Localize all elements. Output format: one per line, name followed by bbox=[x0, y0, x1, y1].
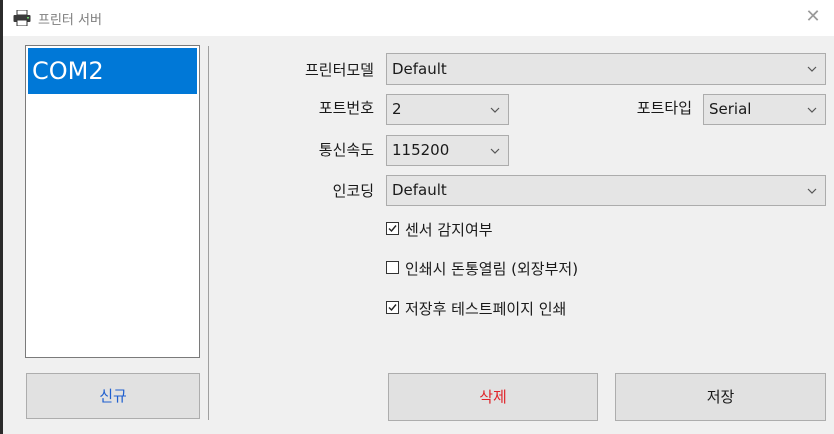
drawer-checkbox[interactable]: 인쇄시 돈통열림 (외장부저) bbox=[386, 259, 578, 279]
printer-model-value: Default bbox=[392, 60, 447, 78]
title-bar: 프린터 서버 ✕ bbox=[3, 0, 834, 36]
close-icon[interactable]: ✕ bbox=[802, 6, 824, 28]
port-type-select[interactable]: Serial bbox=[703, 94, 826, 125]
checkbox-box[interactable] bbox=[386, 301, 399, 314]
encoding-label: 인코딩 bbox=[332, 182, 374, 200]
chevron-down-icon bbox=[490, 95, 500, 124]
encoding-value: Default bbox=[392, 181, 447, 199]
divider bbox=[208, 46, 209, 420]
save-button[interactable]: 저장 bbox=[615, 373, 826, 421]
window-title: 프린터 서버 bbox=[38, 13, 102, 28]
window-edge bbox=[0, 0, 3, 434]
baud-rate-select[interactable]: 115200 bbox=[386, 135, 509, 166]
drawer-label: 인쇄시 돈통열림 (외장부저) bbox=[405, 260, 579, 278]
sensor-label: 센서 감지여부 bbox=[405, 221, 493, 239]
baud-rate-value: 115200 bbox=[392, 141, 450, 159]
port-type-label: 포트타입 bbox=[636, 99, 692, 117]
new-button[interactable]: 신규 bbox=[26, 373, 200, 419]
delete-button[interactable]: 삭제 bbox=[388, 373, 598, 421]
test-page-label: 저장후 테스트페이지 인쇄 bbox=[405, 300, 567, 318]
checkmark-icon bbox=[388, 225, 397, 233]
checkmark-icon bbox=[388, 304, 397, 312]
chevron-down-icon bbox=[490, 136, 500, 165]
baud-rate-label: 통신속도 bbox=[318, 141, 374, 159]
chevron-down-icon bbox=[807, 176, 817, 205]
port-number-label: 포트번호 bbox=[318, 99, 374, 117]
port-type-value: Serial bbox=[709, 100, 752, 118]
checkbox-box[interactable] bbox=[386, 261, 399, 274]
test-page-checkbox[interactable]: 저장후 테스트페이지 인쇄 bbox=[386, 299, 566, 319]
port-number-select[interactable]: 2 bbox=[386, 94, 509, 125]
chevron-down-icon bbox=[807, 95, 817, 124]
sensor-checkbox[interactable]: 센서 감지여부 bbox=[386, 220, 493, 240]
printer-model-label: 프린터모델 bbox=[304, 61, 374, 79]
chevron-down-icon bbox=[807, 54, 817, 84]
port-number-value: 2 bbox=[392, 100, 402, 118]
encoding-select[interactable]: Default bbox=[386, 175, 826, 206]
checkbox-box[interactable] bbox=[386, 222, 399, 235]
list-item[interactable]: COM2 bbox=[28, 48, 197, 94]
printer-icon bbox=[13, 9, 31, 27]
printer-model-select[interactable]: Default bbox=[386, 53, 826, 85]
port-list[interactable]: COM2 bbox=[25, 45, 200, 358]
printer-server-window: 프린터 서버 ✕ COM2 신규 프린터모델 Default 포트번호 2 포트… bbox=[0, 0, 834, 434]
